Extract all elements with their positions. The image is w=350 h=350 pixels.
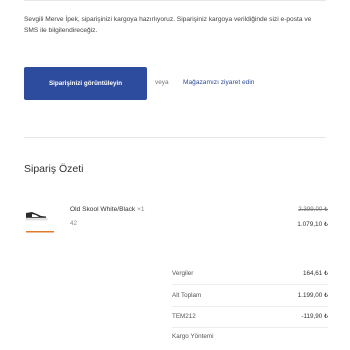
product-quantity: ×1 <box>137 206 145 213</box>
shipping-message: Sevgili Merve İpek, siparişinizi kargoya… <box>24 16 312 34</box>
totals-label: Kargo Yöntemi <box>172 333 214 340</box>
product-title: Old Skool White/Black <box>70 206 136 213</box>
section-divider <box>24 137 326 138</box>
discounted-price: 1.079,10 ₺ <box>297 221 328 228</box>
or-text: veya <box>155 79 169 86</box>
row-divider <box>172 284 328 285</box>
view-order-button[interactable]: Siparişinizi görüntüleyin <box>24 67 147 100</box>
totals-label: Alt Toplam <box>172 292 202 299</box>
totals-label: TEM212 <box>172 313 196 320</box>
visit-store-link[interactable]: Mağazamızı ziyaret edin <box>183 79 254 86</box>
totals-value: 164,61 ₺ <box>302 270 328 277</box>
totals-value: 1.199,00 ₺ <box>297 292 328 299</box>
top-divider <box>24 0 326 1</box>
sneaker-icon <box>25 212 54 233</box>
totals-label: Vergiler <box>172 270 194 277</box>
product-image <box>22 203 62 235</box>
order-summary-title: Sipariş Özeti <box>24 163 84 175</box>
totals-value: -119,90 ₺ <box>301 313 328 320</box>
original-price: 2.399,00 ₺ <box>298 206 328 213</box>
row-divider <box>172 327 328 328</box>
product-size: 42 <box>70 220 77 227</box>
product-name: Old Skool White/Black ×1 <box>70 206 145 213</box>
row-divider <box>172 306 328 307</box>
